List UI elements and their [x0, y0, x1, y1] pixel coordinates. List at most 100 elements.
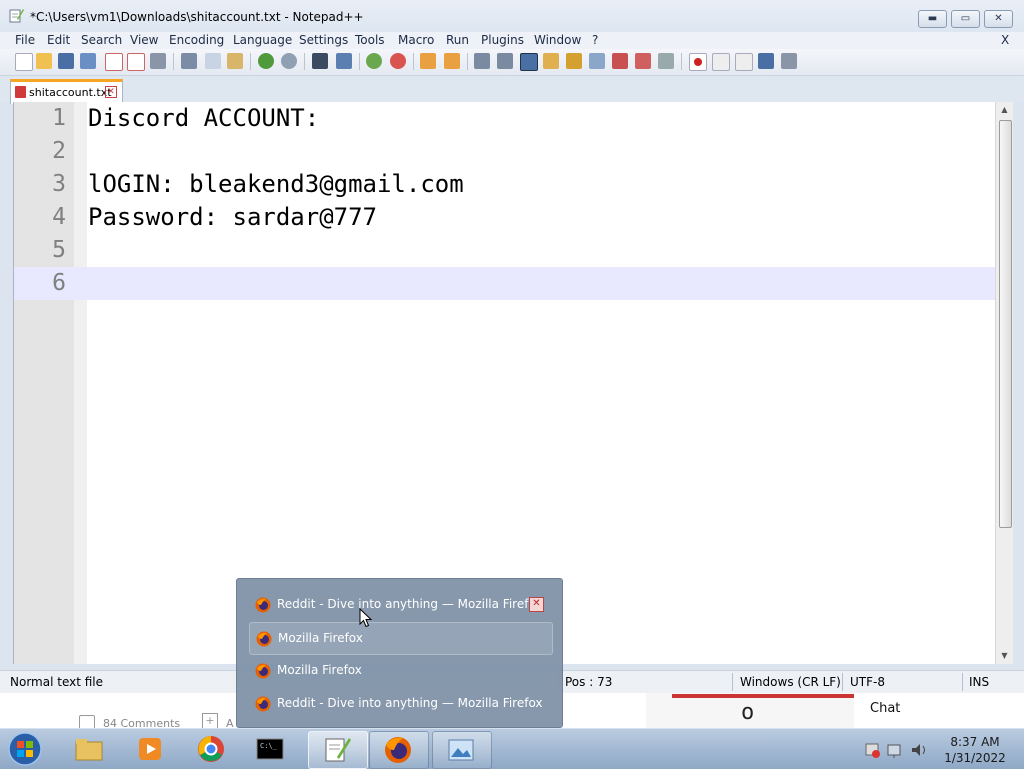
- document-map-icon[interactable]: [566, 53, 582, 69]
- close-document-button[interactable]: X: [1001, 33, 1009, 47]
- toolbar: [0, 49, 1024, 76]
- toolbar-separator: [250, 53, 251, 70]
- cut-icon[interactable]: [181, 53, 197, 69]
- minimize-button[interactable]: ▬: [918, 10, 947, 28]
- editor-line[interactable]: 4 Password: sardar@777: [14, 201, 996, 234]
- windows-taskbar: C:\_ 8:37 AM 1/31/2022: [0, 728, 1024, 769]
- scroll-up-icon[interactable]: ▲: [996, 105, 1013, 114]
- menu-run[interactable]: Run: [446, 33, 469, 47]
- editor-line[interactable]: 5: [14, 234, 996, 267]
- firefox-taskbar-preview: Reddit - Dive into anything — Mozilla Fi…: [236, 578, 563, 728]
- firefox-window-title: Mozilla Firefox: [277, 663, 362, 677]
- firefox-window-item[interactable]: Reddit - Dive into anything — Mozilla Fi…: [249, 688, 551, 719]
- line-text[interactable]: lOGIN: bleakend3@gmail.com: [88, 168, 464, 201]
- window-title: *C:\Users\vm1\Downloads\shitaccount.txt …: [30, 10, 364, 24]
- scroll-thumb[interactable]: [999, 120, 1012, 528]
- indent-guide-icon[interactable]: [520, 53, 538, 71]
- paste-icon[interactable]: [227, 53, 243, 69]
- tab-close-icon[interactable]: ✕: [105, 86, 117, 98]
- system-clock[interactable]: 8:37 AM 1/31/2022: [940, 734, 1010, 766]
- new-file-icon[interactable]: [15, 53, 33, 71]
- record-macro-icon[interactable]: [689, 53, 707, 71]
- clock-date: 1/31/2022: [944, 751, 1006, 765]
- monitoring-icon[interactable]: [635, 53, 651, 69]
- print-icon[interactable]: [150, 53, 166, 69]
- stop-macro-icon[interactable]: [712, 53, 730, 71]
- firefox-window-item[interactable]: Reddit - Dive into anything — Mozilla Fi…: [249, 589, 551, 620]
- menu-view[interactable]: View: [130, 33, 158, 47]
- vertical-scrollbar[interactable]: ▲ ▼: [995, 102, 1013, 664]
- zoom-in-icon[interactable]: [366, 53, 382, 69]
- firefox-icon: [385, 737, 411, 763]
- taskbar-command-prompt[interactable]: C:\_: [242, 731, 300, 767]
- status-separator: [842, 673, 843, 691]
- unsaved-file-icon: [15, 86, 26, 98]
- add-award-icon: +: [202, 713, 218, 729]
- undo-icon[interactable]: [258, 53, 274, 69]
- menu-edit[interactable]: Edit: [47, 33, 70, 47]
- save-icon[interactable]: [58, 53, 74, 69]
- menu-help[interactable]: ?: [592, 33, 598, 47]
- maximize-icon: ▭: [960, 13, 971, 24]
- status-encoding: UTF-8: [850, 675, 885, 689]
- taskbar-photo-viewer[interactable]: [432, 731, 492, 769]
- menu-file[interactable]: File: [15, 33, 35, 47]
- close-file-icon[interactable]: [105, 53, 123, 71]
- find-icon[interactable]: [312, 53, 328, 69]
- sync-horizontal-icon[interactable]: [444, 53, 460, 69]
- zoom-out-icon[interactable]: [390, 53, 406, 69]
- editor-line[interactable]: 2: [14, 135, 996, 168]
- taskbar-media-player[interactable]: [122, 731, 180, 767]
- current-line[interactable]: 6: [14, 267, 996, 300]
- play-macro-icon[interactable]: [735, 53, 753, 71]
- editor-line[interactable]: 3 lOGIN: bleakend3@gmail.com: [14, 168, 996, 201]
- word-wrap-icon[interactable]: [474, 53, 490, 69]
- folder-as-workspace-icon[interactable]: [612, 53, 628, 69]
- close-icon: ✕: [994, 13, 1003, 24]
- menu-tools[interactable]: Tools: [355, 33, 385, 47]
- sync-vertical-icon[interactable]: [420, 53, 436, 69]
- taskbar-explorer[interactable]: [61, 731, 119, 767]
- close-button[interactable]: ✕: [984, 10, 1013, 28]
- show-all-characters-icon[interactable]: [497, 53, 513, 69]
- function-list-icon[interactable]: [589, 53, 605, 69]
- replace-icon[interactable]: [336, 53, 352, 69]
- scroll-down-icon[interactable]: ▼: [996, 651, 1013, 660]
- system-tray-icons[interactable]: [862, 741, 932, 759]
- firefox-icon: [255, 696, 271, 712]
- firefox-window-item[interactable]: Mozilla Firefox: [249, 622, 553, 655]
- status-eol: Windows (CR LF): [740, 675, 841, 689]
- menu-macro[interactable]: Macro: [398, 33, 434, 47]
- menu-encoding[interactable]: Encoding: [169, 33, 224, 47]
- taskbar-firefox[interactable]: [369, 731, 429, 769]
- menu-search[interactable]: Search: [81, 33, 122, 47]
- tab-shitaccount[interactable]: shitaccount.txt ✕: [10, 79, 123, 104]
- toolbar-separator: [173, 53, 174, 70]
- save-macro-icon[interactable]: [781, 53, 797, 69]
- menu-settings[interactable]: Settings: [299, 33, 348, 47]
- line-text[interactable]: Discord ACCOUNT:: [88, 102, 319, 135]
- redo-icon[interactable]: [281, 53, 297, 69]
- close-all-icon[interactable]: [127, 53, 145, 71]
- line-text[interactable]: Password: sardar@777: [88, 201, 377, 234]
- copy-icon[interactable]: [205, 53, 221, 69]
- user-defined-language-icon[interactable]: [543, 53, 559, 69]
- eye-icon[interactable]: [658, 53, 674, 69]
- menu-language[interactable]: Language: [233, 33, 292, 47]
- firefox-window-item[interactable]: Mozilla Firefox: [249, 655, 551, 686]
- start-orb-icon[interactable]: [6, 731, 44, 767]
- line-number: 3: [52, 171, 66, 197]
- maximize-button[interactable]: ▭: [951, 10, 980, 28]
- taskbar-notepad-plus-plus[interactable]: [308, 731, 368, 769]
- taskbar-chrome[interactable]: [183, 731, 241, 767]
- line-number: 1: [52, 105, 66, 131]
- editor-line[interactable]: 1 Discord ACCOUNT:: [14, 102, 996, 135]
- chat-button: Chat: [870, 701, 901, 716]
- menu-window[interactable]: Window: [534, 33, 581, 47]
- save-all-icon[interactable]: [80, 53, 96, 69]
- open-file-icon[interactable]: [36, 53, 52, 69]
- close-window-icon[interactable]: ✕: [529, 597, 544, 612]
- run-macro-multiple-icon[interactable]: [758, 53, 774, 69]
- minimize-icon: ▬: [927, 13, 938, 24]
- menu-plugins[interactable]: Plugins: [481, 33, 524, 47]
